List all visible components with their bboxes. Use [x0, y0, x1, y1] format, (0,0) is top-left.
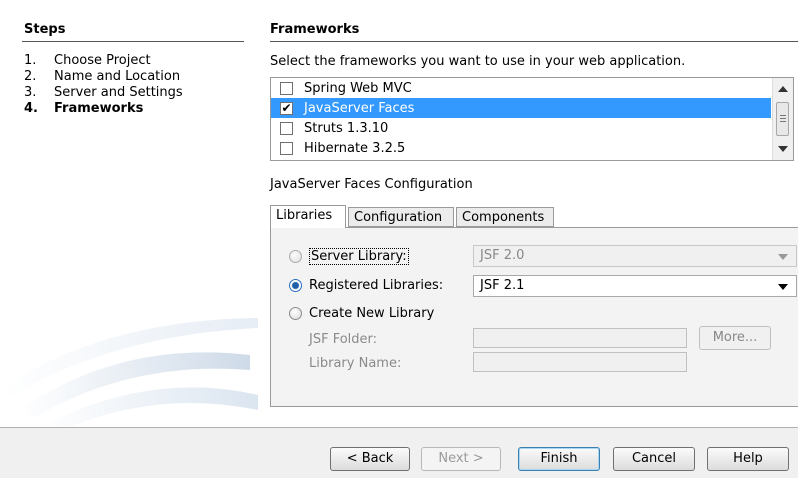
tab-configuration[interactable]: Configuration — [348, 207, 454, 227]
steps-panel: Steps 1. Choose Project 2. Name and Loca… — [0, 0, 258, 427]
step-number: 3. — [24, 85, 37, 100]
registered-libraries-value: JSF 2.1 — [480, 278, 525, 293]
step-number: 2. — [24, 69, 37, 84]
registered-libraries-label: Registered Libraries: — [309, 278, 444, 293]
create-new-library-option[interactable]: Create New Library — [289, 306, 434, 321]
tab-libraries[interactable]: Libraries — [270, 205, 346, 228]
steps-list: 1. Choose Project 2. Name and Location 3… — [24, 53, 183, 117]
step-item-choose-project: 1. Choose Project — [24, 53, 183, 69]
framework-item-struts[interactable]: Struts 1.3.10 — [271, 118, 771, 138]
section-divider — [270, 41, 798, 42]
chevron-down-icon — [778, 254, 788, 260]
step-number: 1. — [24, 53, 37, 68]
server-library-radio[interactable] — [289, 250, 302, 263]
registered-libraries-radio[interactable] — [289, 279, 302, 292]
server-library-value: JSF 2.0 — [480, 248, 525, 263]
scroll-up-arrow-icon[interactable] — [778, 86, 788, 92]
chevron-down-icon — [778, 284, 788, 290]
framework-label: Spring Web MVC — [304, 80, 412, 96]
help-button[interactable]: Help — [707, 447, 789, 471]
grip-line — [780, 115, 786, 116]
step-label: Name and Location — [54, 69, 181, 84]
step-label: Server and Settings — [54, 85, 183, 100]
library-name-input[interactable] — [473, 352, 687, 372]
server-library-option[interactable]: Server Library: — [289, 248, 409, 265]
server-library-select[interactable]: JSF 2.0 — [473, 245, 797, 267]
server-library-label: Server Library: — [309, 248, 409, 265]
jsf-folder-input[interactable] — [473, 328, 687, 348]
jsf-folder-label: JSF Folder: — [309, 332, 378, 347]
more-button[interactable]: More... — [699, 326, 771, 350]
frameworks-scrollbar[interactable] — [772, 78, 793, 160]
checkbox[interactable] — [280, 121, 293, 135]
framework-item-javaserver-faces[interactable]: ✔ JavaServer Faces — [271, 98, 771, 118]
next-button[interactable]: Next > — [421, 447, 501, 471]
framework-label: Struts 1.3.10 — [304, 120, 389, 136]
section-title: Frameworks — [270, 22, 360, 37]
step-item-name-and-location: 2. Name and Location — [24, 69, 183, 85]
decorative-swoosh-graphic — [0, 318, 258, 427]
step-item-server-and-settings: 3. Server and Settings — [24, 85, 183, 101]
registered-libraries-option[interactable]: Registered Libraries: — [289, 278, 443, 293]
libraries-tab-panel: Server Library: JSF 2.0 Registered Libra… — [270, 227, 798, 407]
steps-title: Steps — [24, 22, 66, 37]
create-new-library-radio[interactable] — [289, 307, 302, 320]
configuration-heading: JavaServer Faces Configuration — [270, 177, 473, 192]
checkmark-icon: ✔ — [281, 101, 292, 115]
steps-divider — [22, 41, 244, 42]
frameworks-panel: Frameworks Select the frameworks you wan… — [258, 0, 798, 427]
cancel-button[interactable]: Cancel — [613, 447, 695, 471]
grip-line — [780, 121, 786, 122]
step-number: 4. — [24, 101, 38, 116]
instructions-text: Select the frameworks you want to use in… — [270, 54, 686, 69]
checkbox[interactable] — [280, 141, 293, 155]
scroll-down-arrow-icon[interactable] — [778, 146, 788, 152]
step-label: Choose Project — [54, 53, 151, 68]
checkbox-checked[interactable]: ✔ — [280, 101, 293, 115]
framework-item-hibernate[interactable]: Hibernate 3.2.5 — [271, 138, 771, 158]
create-new-library-label: Create New Library — [309, 306, 435, 321]
grip-line — [780, 118, 786, 119]
framework-label: JavaServer Faces — [304, 100, 415, 116]
registered-libraries-select[interactable]: JSF 2.1 — [473, 275, 797, 297]
framework-item-spring-web-mvc[interactable]: Spring Web MVC — [271, 78, 771, 98]
framework-label: Hibernate 3.2.5 — [304, 140, 406, 156]
tab-components[interactable]: Components — [456, 207, 554, 227]
step-item-frameworks: 4. Frameworks — [24, 101, 183, 117]
checkbox[interactable] — [280, 81, 293, 95]
frameworks-list[interactable]: Spring Web MVC ✔ JavaServer Faces Struts… — [270, 77, 794, 161]
finish-button[interactable]: Finish — [518, 447, 600, 471]
step-label: Frameworks — [54, 101, 144, 116]
library-name-label: Library Name: — [309, 356, 402, 371]
scroll-thumb[interactable] — [776, 102, 789, 136]
back-button[interactable]: < Back — [330, 447, 410, 471]
